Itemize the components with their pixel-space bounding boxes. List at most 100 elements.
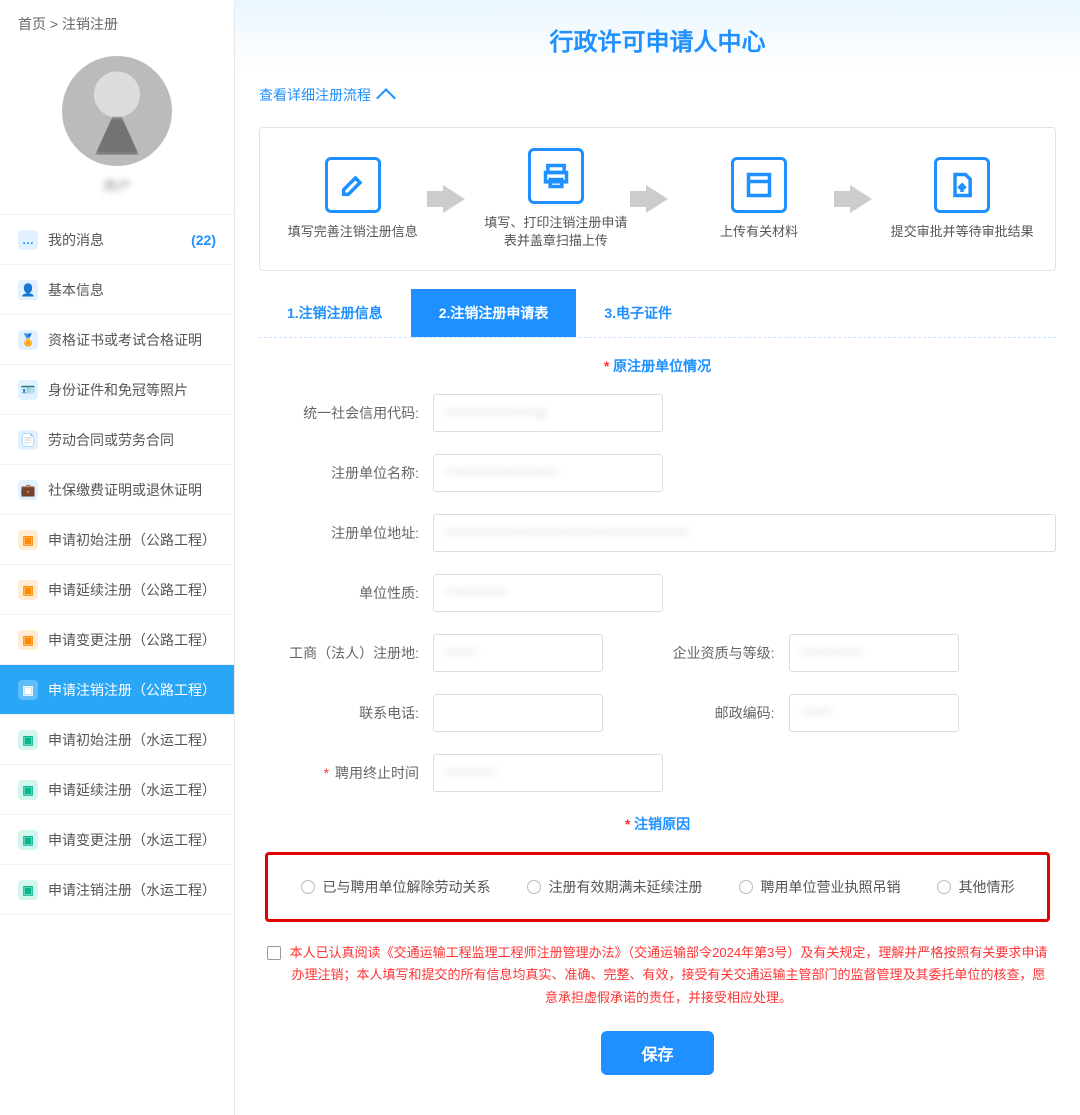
- breadcrumb: 首页 > 注销注册: [0, 0, 234, 44]
- tabs: 1.注销注册信息 2.注销注册申请表 3.电子证件: [259, 289, 1056, 338]
- reason-option-1[interactable]: 已与聘用单位解除劳动关系: [301, 877, 491, 897]
- chat-icon: …: [18, 230, 38, 250]
- sidebar-item-change-water[interactable]: ▣ 申请变更注册（水运工程）: [0, 815, 234, 865]
- row-end-date: * 聘用终止时间 **********: [259, 754, 1056, 792]
- qual-level-field[interactable]: ************: [789, 634, 959, 672]
- username: 用户: [0, 176, 234, 196]
- unit-name-field[interactable]: **********************: [433, 454, 663, 492]
- row-phone-post: 联系电话: 邮政编码: ******: [259, 694, 1056, 732]
- sidebar-item-renew-water[interactable]: ▣ 申请延续注册（水运工程）: [0, 765, 234, 815]
- uscc-field[interactable]: ******************S: [433, 394, 663, 432]
- sidebar-item-cancel-road[interactable]: ▣ 申请注销注册（公路工程）: [0, 665, 234, 715]
- row-unit-type: 单位性质: ************: [259, 574, 1056, 612]
- page-title: 行政许可申请人中心: [235, 0, 1080, 71]
- step-4: 提交审批并等待审批结果: [887, 157, 1037, 241]
- sidebar-item-label: 我的消息: [48, 230, 104, 250]
- sidebar-item-label: 社保缴费证明或退休证明: [48, 480, 202, 500]
- messages-count: (22): [191, 232, 216, 248]
- sidebar-item-cert[interactable]: 🏅 资格证书或考试合格证明: [0, 315, 234, 365]
- sidebar-item-contract[interactable]: 📄 劳动合同或劳务合同: [0, 415, 234, 465]
- declaration-text: 本人已认真阅读《交通运输工程监理工程师注册管理办法》（交通运输部令2024年第3…: [289, 942, 1048, 1008]
- tab-info[interactable]: 1.注销注册信息: [259, 289, 411, 337]
- sidebar-item-label: 申请延续注册（公路工程）: [48, 580, 216, 600]
- sidebar-item-basic-info[interactable]: 👤 基本信息: [0, 265, 234, 315]
- print-icon: [528, 148, 584, 204]
- sidebar-item-label: 申请变更注册（水运工程）: [48, 830, 216, 850]
- sidebar-item-id-photo[interactable]: 🪪 身份证件和免冠等照片: [0, 365, 234, 415]
- step-2: 填写、打印注销注册申请表并盖章扫描上传: [481, 148, 631, 250]
- camera-icon: ▣: [18, 530, 38, 550]
- camera-icon: ▣: [18, 880, 38, 900]
- row-unit-name: 注册单位名称: **********************: [259, 454, 1056, 492]
- unit-type-field[interactable]: ************: [433, 574, 663, 612]
- sidebar-item-label: 申请变更注册（公路工程）: [48, 630, 216, 650]
- tab-form[interactable]: 2.注销注册申请表: [411, 289, 577, 337]
- step-1: 填写完善注销注册信息: [278, 157, 428, 241]
- row-reg-qual: 工商（法人）注册地: ****** 企业资质与等级: ************: [259, 634, 1056, 672]
- radio-icon: [937, 880, 951, 894]
- bag-icon: 💼: [18, 480, 38, 500]
- chevron-up-icon: [376, 88, 396, 108]
- reg-place-select[interactable]: ******: [433, 634, 603, 672]
- radio-icon: [739, 880, 753, 894]
- avatar-block: 用户: [0, 44, 234, 215]
- sidebar-item-renew-road[interactable]: ▣ 申请延续注册（公路工程）: [0, 565, 234, 615]
- camera-icon: ▣: [18, 580, 38, 600]
- arrow-icon: [850, 185, 872, 213]
- upload-icon: [731, 157, 787, 213]
- sidebar-item-initial-water[interactable]: ▣ 申请初始注册（水运工程）: [0, 715, 234, 765]
- camera-icon: ▣: [18, 730, 38, 750]
- sidebar-item-initial-road[interactable]: ▣ 申请初始注册（公路工程）: [0, 515, 234, 565]
- phone-field[interactable]: [433, 694, 603, 732]
- sidebar-item-label: 基本信息: [48, 280, 104, 300]
- reason-option-3[interactable]: 聘用单位营业执照吊销: [739, 877, 901, 897]
- contract-icon: 📄: [18, 430, 38, 450]
- id-icon: 🪪: [18, 380, 38, 400]
- camera-icon: ▣: [18, 780, 38, 800]
- step-3: 上传有关材料: [684, 157, 834, 241]
- end-date-field[interactable]: **********: [433, 754, 663, 792]
- postcode-field[interactable]: ******: [789, 694, 959, 732]
- camera-icon: ▣: [18, 630, 38, 650]
- sidebar: 首页 > 注销注册 用户 … 我的消息 (22) 👤 基本信息 🏅 资格证书或考…: [0, 0, 235, 1115]
- save-button[interactable]: 保存: [601, 1031, 713, 1075]
- submit-icon: [934, 157, 990, 213]
- row-uscc: 统一社会信用代码: ******************S: [259, 394, 1056, 432]
- tab-ecert[interactable]: 3.电子证件: [576, 289, 700, 337]
- declaration-checkbox[interactable]: [267, 946, 281, 960]
- avatar: [62, 56, 172, 166]
- sidebar-item-label: 申请初始注册（水运工程）: [48, 730, 216, 750]
- sidebar-item-change-road[interactable]: ▣ 申请变更注册（公路工程）: [0, 615, 234, 665]
- badge-icon: 🏅: [18, 330, 38, 350]
- row-unit-addr: 注册单位地址: ********************************…: [259, 514, 1056, 552]
- sidebar-item-cancel-water[interactable]: ▣ 申请注销注册（水运工程）: [0, 865, 234, 915]
- sidebar-item-label: 身份证件和免冠等照片: [48, 380, 188, 400]
- sidebar-item-label: 申请注销注册（公路工程）: [48, 680, 216, 700]
- sidebar-item-label: 资格证书或考试合格证明: [48, 330, 202, 350]
- declaration: 本人已认真阅读《交通运输工程监理工程师注册管理办法》（交通运输部令2024年第3…: [259, 942, 1056, 1008]
- step-flow: 填写完善注销注册信息 填写、打印注销注册申请表并盖章扫描上传 上传有关材料 提交…: [259, 127, 1056, 271]
- radio-icon: [527, 880, 541, 894]
- breadcrumb-home[interactable]: 首页: [18, 16, 46, 32]
- arrow-icon: [443, 185, 465, 213]
- radio-icon: [301, 880, 315, 894]
- section-original-unit: * 原注册单位情况: [259, 356, 1056, 376]
- camera-icon: ▣: [18, 830, 38, 850]
- camera-icon: ▣: [18, 680, 38, 700]
- sidebar-item-messages[interactable]: … 我的消息 (22): [0, 215, 234, 265]
- sidebar-item-label: 申请初始注册（公路工程）: [48, 530, 216, 550]
- section-cancel-reason: * 注销原因: [259, 814, 1056, 834]
- cancel-reason-box: 已与聘用单位解除劳动关系 注册有效期满未延续注册 聘用单位营业执照吊销 其他情形: [265, 852, 1050, 922]
- reason-option-2[interactable]: 注册有效期满未延续注册: [527, 877, 703, 897]
- reason-option-4[interactable]: 其他情形: [937, 877, 1015, 897]
- arrow-icon: [646, 185, 668, 213]
- sidebar-item-label: 申请延续注册（水运工程）: [48, 780, 216, 800]
- sidebar-item-label: 劳动合同或劳务合同: [48, 430, 174, 450]
- detail-toggle[interactable]: 查看详细注册流程: [259, 79, 1056, 127]
- breadcrumb-current: 注销注册: [62, 16, 118, 32]
- main-content: 行政许可申请人中心 查看详细注册流程 填写完善注销注册信息 填写、打印注销注册申…: [235, 0, 1080, 1115]
- sidebar-item-social[interactable]: 💼 社保缴费证明或退休证明: [0, 465, 234, 515]
- person-icon: 👤: [18, 280, 38, 300]
- edit-icon: [325, 157, 381, 213]
- unit-addr-field[interactable]: ****************************************…: [433, 514, 1056, 552]
